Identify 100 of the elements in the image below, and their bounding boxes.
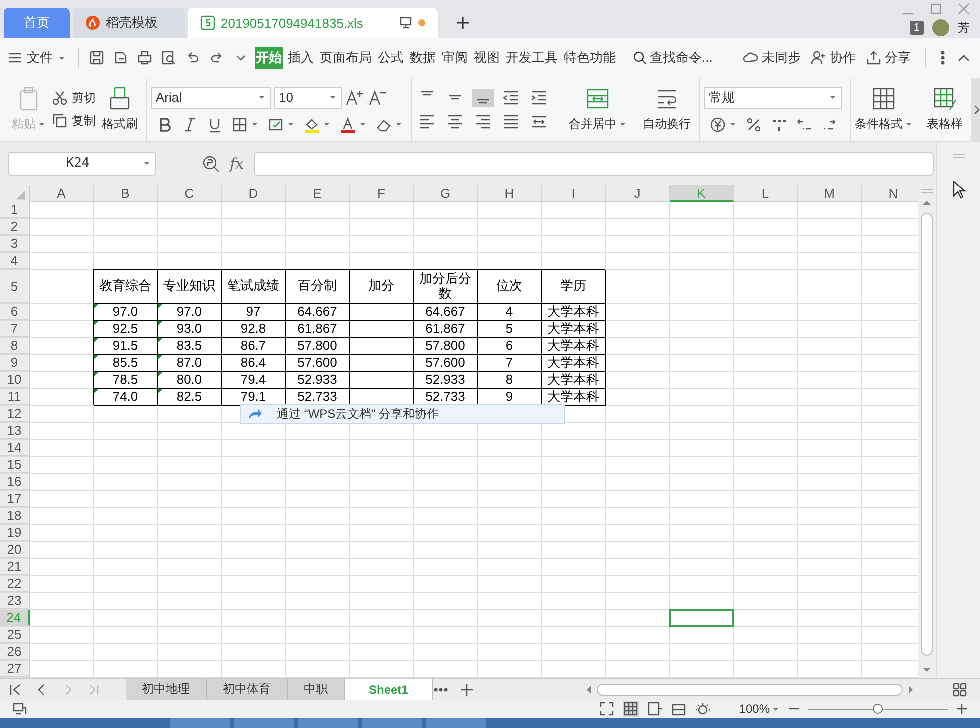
document-tab[interactable]: 稻壳模板: [73, 8, 185, 38]
row-header[interactable]: 4: [0, 253, 30, 269]
save-icon[interactable]: [89, 50, 105, 66]
ribbon-tab[interactable]: 公式: [377, 47, 405, 69]
font-color-icon[interactable]: [340, 116, 356, 132]
sheet-tab[interactable]: Sheet1: [345, 678, 434, 700]
zoom-in-icon[interactable]: [956, 703, 968, 715]
new-tab-icon[interactable]: [455, 15, 471, 31]
row-header[interactable]: 9: [0, 355, 30, 371]
increase-decimal-icon[interactable]: [796, 116, 812, 132]
borders-icon[interactable]: [232, 116, 248, 132]
print-icon[interactable]: [137, 50, 153, 66]
slider-thumb[interactable]: [873, 704, 883, 714]
copy-button[interactable]: 复制: [52, 112, 96, 130]
ribbon-tab[interactable]: 特色功能: [563, 47, 617, 69]
grid-view-icon[interactable]: [952, 682, 968, 698]
font-size-field[interactable]: 10: [274, 86, 342, 108]
document-tab[interactable]: 首页: [4, 8, 70, 38]
cell-style-icon[interactable]: [268, 116, 284, 132]
fit-screen-icon[interactable]: [599, 701, 616, 717]
ribbon-tab[interactable]: 插入: [287, 47, 315, 69]
column-header[interactable]: F: [350, 185, 414, 202]
row-header[interactable]: 1: [0, 202, 30, 218]
toolbar-action[interactable]: 协作: [811, 49, 856, 67]
ribbon-tab[interactable]: 审阅: [441, 47, 469, 69]
page-layout-icon[interactable]: [647, 701, 664, 717]
formula-input[interactable]: [254, 152, 934, 176]
row-header[interactable]: 21: [0, 559, 30, 575]
row-header[interactable]: 6: [0, 304, 30, 320]
row-header[interactable]: 11: [0, 389, 30, 405]
document-tab[interactable]: 20190517094941835.xls: [188, 8, 438, 38]
column-header[interactable]: B: [94, 185, 158, 202]
zoom-level[interactable]: 100%: [739, 702, 780, 716]
macro-icon[interactable]: [12, 702, 28, 716]
row-header[interactable]: 3: [0, 236, 30, 252]
table-style-button[interactable]: 表格样: [927, 86, 963, 133]
merge-center-button[interactable]: 合并居中: [569, 86, 627, 133]
row-header[interactable]: 20: [0, 542, 30, 558]
column-header[interactable]: G: [414, 185, 478, 202]
wrap-text-button[interactable]: 自动换行: [643, 86, 691, 133]
pointer-icon[interactable]: [950, 180, 966, 200]
column-header[interactable]: I: [542, 185, 606, 202]
row-header[interactable]: 15: [0, 457, 30, 473]
row-header[interactable]: 8: [0, 338, 30, 354]
row-header[interactable]: 23: [0, 593, 30, 609]
row-header[interactable]: 14: [0, 440, 30, 456]
column-header[interactable]: D: [222, 185, 286, 202]
column-header[interactable]: M: [798, 185, 862, 202]
row-header[interactable]: 22: [0, 576, 30, 592]
row-header[interactable]: 17: [0, 491, 30, 507]
row-header[interactable]: 7: [0, 321, 30, 337]
ribbon-tab[interactable]: 页面布局: [319, 47, 373, 69]
row-header[interactable]: 12: [0, 406, 30, 422]
format-painter-button[interactable]: 格式刷: [102, 86, 138, 133]
row-header[interactable]: 13: [0, 423, 30, 439]
decrease-font-size-icon[interactable]: [368, 88, 388, 106]
conditional-format-button[interactable]: 条件格式: [855, 86, 913, 133]
sheet-tab[interactable]: 中职: [288, 678, 345, 700]
notification-badge[interactable]: 1: [910, 21, 924, 35]
ribbon-tab[interactable]: 数据: [409, 47, 437, 69]
column-header[interactable]: C: [158, 185, 222, 202]
command-search[interactable]: 查找命令...: [633, 49, 713, 67]
column-header[interactable]: A: [30, 185, 94, 202]
ribbon-tab[interactable]: 开发工具: [505, 47, 559, 69]
increase-font-size-icon[interactable]: [345, 88, 365, 106]
row-header[interactable]: 5: [0, 270, 30, 303]
column-header[interactable]: E: [286, 185, 350, 202]
fill-color-icon[interactable]: [304, 116, 320, 132]
toolbar-action[interactable]: 未同步: [743, 49, 801, 67]
file-menu-button[interactable]: 文件: [8, 49, 66, 67]
print-preview-icon[interactable]: [161, 50, 177, 66]
cut-button[interactable]: 剪切: [52, 90, 96, 106]
sheet-tab[interactable]: 初中地理: [126, 678, 207, 700]
user-name[interactable]: 芳: [958, 20, 970, 36]
row-header[interactable]: 10: [0, 372, 30, 388]
row-header[interactable]: 2: [0, 219, 30, 235]
italic-icon[interactable]: [182, 116, 198, 132]
percent-icon[interactable]: [746, 116, 762, 132]
font-name-field[interactable]: Arial: [151, 86, 271, 108]
ribbon-tab[interactable]: 开始: [255, 47, 283, 69]
vertical-scrollbar[interactable]: [918, 185, 936, 678]
eye-protection-icon[interactable]: [695, 701, 712, 717]
row-header[interactable]: 18: [0, 508, 30, 524]
zoom-search-icon[interactable]: [202, 154, 220, 172]
column-header[interactable]: L: [734, 185, 798, 202]
share-hint-banner[interactable]: 通过 “WPS云文档” 分享和协作: [240, 404, 565, 424]
horizontal-scrollbar[interactable]: [585, 682, 916, 696]
underline-icon[interactable]: [207, 116, 223, 132]
row-header[interactable]: 26: [0, 644, 30, 660]
row-header[interactable]: 19: [0, 525, 30, 541]
more-icon[interactable]: [940, 50, 946, 66]
sheet-tab[interactable]: 初中体育: [207, 678, 288, 700]
row-header[interactable]: 16: [0, 474, 30, 490]
row-header[interactable]: 27: [0, 661, 30, 677]
function-label[interactable]: fx: [230, 154, 244, 172]
column-header[interactable]: H: [478, 185, 542, 202]
bold-icon[interactable]: [157, 116, 173, 132]
row-header[interactable]: 25: [0, 627, 30, 643]
currency-icon[interactable]: [710, 116, 726, 132]
vertical-align-icon[interactable]: [472, 88, 494, 106]
